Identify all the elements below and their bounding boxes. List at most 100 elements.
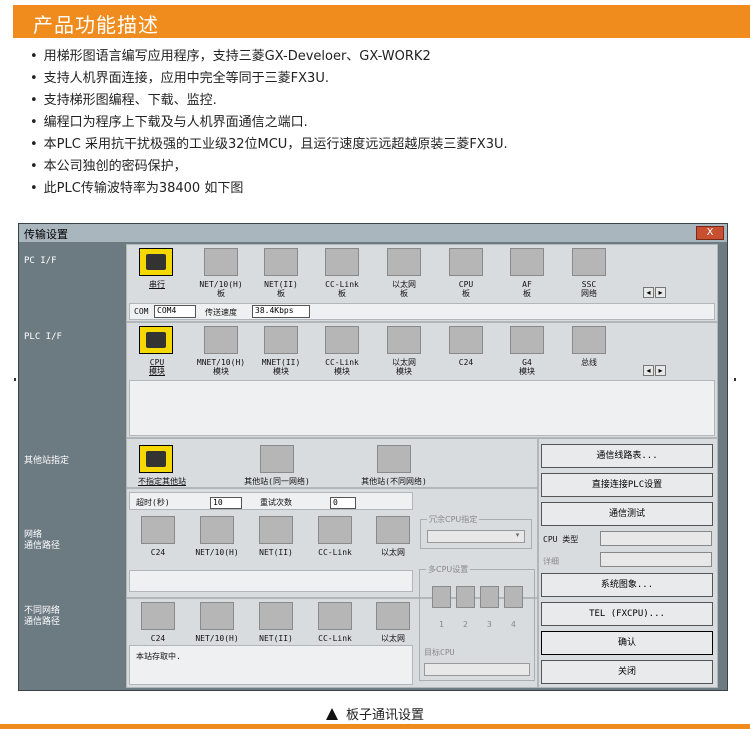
cpu-module-icon[interactable] [139, 326, 173, 354]
cpu-slot-4-icon[interactable] [504, 586, 523, 608]
af-board-icon[interactable] [510, 248, 544, 276]
route-c24-icon[interactable] [141, 516, 175, 544]
title-banner: 产品功能描述 [13, 5, 750, 38]
page-heading: 产品功能描述 [33, 13, 159, 37]
route-net10h-icon[interactable] [200, 516, 234, 544]
close-icon[interactable]: X [696, 226, 724, 240]
route-net2-icon[interactable] [259, 516, 293, 544]
other-item-none: 不指定其他站 [138, 477, 186, 486]
route-table-button[interactable]: 通信线路表... [541, 444, 713, 468]
net2-board-icon[interactable] [264, 248, 298, 276]
plc-item-mnet2: MNET(II) 模块 [261, 358, 301, 376]
plc-item-ethernet: 以太网 模块 [392, 358, 416, 376]
plc-item-bus: 总线 [581, 358, 597, 367]
route-detail-area [129, 570, 413, 592]
plc-item-g4: G4 模块 [519, 358, 535, 376]
feature-item: 编程口为程序上下载及与人机界面通信之端口. [30, 112, 508, 134]
system-image-button[interactable]: 系统图象... [541, 573, 713, 597]
cpu-type-field [600, 531, 712, 546]
com-label: COM [134, 307, 149, 316]
retry-label: 重试次数 [260, 498, 292, 507]
no-other-station-icon[interactable] [139, 445, 173, 473]
diff-net2-icon[interactable] [259, 602, 293, 630]
plc-item-mnet10h: MNET/10(H) 模块 [196, 358, 246, 376]
com-settings-bar: COM COM4 传送速度 38.4Kbps [129, 303, 715, 320]
cpu-slot-1-icon[interactable] [432, 586, 451, 608]
pc-scroll-arrows[interactable]: ◂ ▸ [643, 287, 667, 298]
c24-module-icon[interactable] [449, 326, 483, 354]
same-network-icon[interactable] [260, 445, 294, 473]
margin-tick [14, 378, 16, 381]
redundant-cpu-select[interactable]: ▾ [427, 530, 525, 543]
ethernet-module-icon[interactable] [387, 326, 421, 354]
diff-network-icon[interactable] [377, 445, 411, 473]
target-cpu-label: 目标CPU [424, 648, 455, 657]
network-route-label: 网络 通信路径 [24, 530, 61, 551]
feature-item: 支持人机界面连接，应用中完全等同于三菱FX3U. [30, 68, 508, 90]
route-ethernet-icon[interactable] [376, 516, 410, 544]
margin-tick [734, 378, 736, 381]
chevron-down-icon: ▾ [515, 531, 520, 539]
dialog-titlebar: 传输设置 X [19, 224, 727, 242]
diff-item-ethernet: 以太网 [381, 634, 405, 643]
cpu-slot-3-icon[interactable] [480, 586, 499, 608]
scroll-left-icon: ◂ [643, 287, 654, 298]
redundant-cpu-group: 冗余CPU指定 ▾ [420, 514, 532, 549]
diff-c24-icon[interactable] [141, 602, 175, 630]
direct-plc-button[interactable]: 直接连接PLC设置 [541, 473, 713, 497]
route-item-ethernet: 以太网 [381, 548, 405, 557]
feature-item: 此PLC传输波特率为38400 如下图 [30, 178, 508, 200]
mnet2-module-icon[interactable] [264, 326, 298, 354]
cclink-board-icon[interactable] [325, 248, 359, 276]
pc-item-ssc: SSC 网络 [581, 280, 597, 298]
multi-cpu-group: 多CPU设置 1 2 3 4 目标CPU [419, 564, 535, 681]
target-cpu-field[interactable] [424, 663, 530, 676]
cpu-board-icon[interactable] [449, 248, 483, 276]
cclink-module-icon[interactable] [325, 326, 359, 354]
tel-fxcpu-button[interactable]: TEL (FXCPU)... [541, 602, 713, 626]
diff-ethernet-icon[interactable] [376, 602, 410, 630]
route-item-net2: NET(II) [259, 548, 293, 557]
mnet10h-module-icon[interactable] [204, 326, 238, 354]
pc-if-label: PC I/F [24, 256, 57, 266]
comm-test-button[interactable]: 通信测试 [541, 502, 713, 526]
pc-item-af: AF 板 [522, 280, 532, 298]
pc-item-cclink: CC-Link 板 [325, 280, 359, 298]
plc-if-panel: CPU 模块 MNET/10(H) 模块 MNET(II) 模块 CC-Link 模块 … [126, 322, 718, 438]
scroll-left-icon: ◂ [643, 365, 654, 376]
diff-net10h-icon[interactable] [200, 602, 234, 630]
close-button[interactable]: 关闭 [541, 660, 713, 684]
plc-scroll-arrows[interactable]: ◂ ▸ [643, 365, 667, 376]
diff-item-net10h: NET/10(H) [195, 634, 239, 643]
cpu-slot-2-icon[interactable] [456, 586, 475, 608]
bus-icon[interactable] [572, 326, 606, 354]
plc-if-label: PLC I/F [24, 332, 62, 342]
ssc-network-icon[interactable] [572, 248, 606, 276]
dialog-title: 传输设置 [24, 228, 68, 241]
transfer-speed-field[interactable]: 38.4Kbps [252, 305, 310, 318]
serial-port-icon[interactable] [139, 248, 173, 276]
retry-field[interactable]: 0 [330, 497, 356, 509]
other-item-diff: 其他站(不同网络) [361, 477, 427, 486]
ok-button[interactable]: 确认 [541, 631, 713, 655]
g4-module-icon[interactable] [510, 326, 544, 354]
cpu-slot-num-3: 3 [487, 620, 492, 629]
feature-list: 用梯形图语言编写应用程序，支持三菱GX-Develoer、GX-WORK2 支持… [30, 46, 508, 200]
ethernet-board-icon[interactable] [387, 248, 421, 276]
net10h-board-icon[interactable] [204, 248, 238, 276]
plc-item-cclink: CC-Link 模块 [325, 358, 359, 376]
scroll-right-icon: ▸ [655, 287, 666, 298]
diff-cclink-icon[interactable] [318, 602, 352, 630]
cpu-slot-num-1: 1 [439, 620, 444, 629]
pc-item-serial: 串行 [149, 280, 165, 289]
cpu-type-label: CPU 类型 [543, 535, 579, 544]
diff-network-route-label: 不同网络 通信路径 [24, 606, 61, 627]
pc-item-net2: NET(II) 板 [264, 280, 298, 298]
other-station-label: 其他站指定 [24, 456, 70, 466]
speed-label: 传送速度 [205, 308, 237, 317]
route-cclink-icon[interactable] [318, 516, 352, 544]
timeout-field[interactable]: 10 [210, 497, 242, 509]
feature-item: 用梯形图语言编写应用程序，支持三菱GX-Develoer、GX-WORK2 [30, 46, 508, 68]
other-station-panel: 不指定其他站 其他站(同一网络) 其他站(不同网络) [126, 438, 538, 488]
com-port-field[interactable]: COM4 [154, 305, 196, 318]
